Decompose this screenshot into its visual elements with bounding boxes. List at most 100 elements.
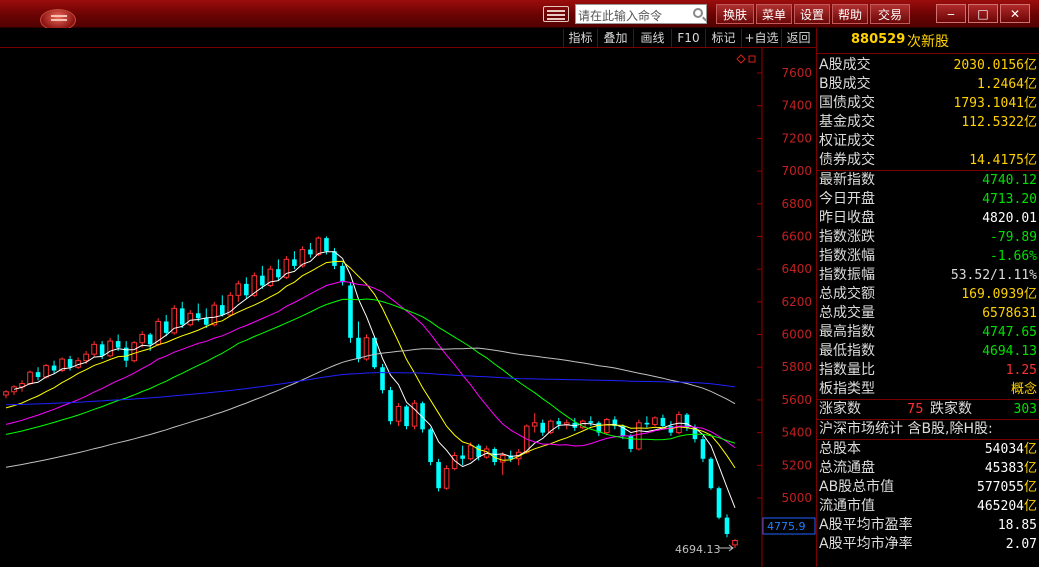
candle-down bbox=[324, 238, 329, 252]
chart-toolbar: 指标 叠加 画线 F10 标记 +自选 返回 bbox=[0, 28, 816, 48]
y-tick-label: 6000 bbox=[781, 328, 812, 342]
search-icon[interactable] bbox=[693, 8, 703, 18]
y-tick-label: 7600 bbox=[781, 66, 812, 80]
stats-row-1-value: 45383亿 bbox=[985, 459, 1037, 478]
quote-row-6-value: 4740.12 bbox=[982, 171, 1037, 190]
quote-row-3-label: 基金成交 bbox=[819, 114, 875, 130]
stats-row-4: A股平均市盈率 18.85 bbox=[817, 516, 1039, 535]
candle-up bbox=[187, 312, 194, 326]
y-tick-label: 5800 bbox=[781, 360, 812, 374]
keyboard-icon[interactable] bbox=[543, 6, 569, 22]
current-price-label: 4775.9 bbox=[767, 520, 806, 533]
quote-row-14-label: 最高指数 bbox=[819, 324, 875, 340]
ma120-line bbox=[5, 372, 736, 406]
candle-down bbox=[660, 417, 666, 427]
stats-title-label: 沪深市场统计 含B股,除H股: bbox=[819, 421, 993, 437]
quote-row-7-number: 4713.20 bbox=[982, 192, 1037, 207]
quote-row-14-number: 4747.65 bbox=[982, 325, 1037, 340]
candle-down bbox=[99, 344, 105, 356]
candle-up bbox=[235, 283, 242, 296]
toolbar-add-favorite[interactable]: +自选 bbox=[741, 29, 781, 47]
command-input[interactable] bbox=[576, 7, 686, 25]
quote-row-2-unit: 亿 bbox=[1023, 96, 1037, 111]
quote-row-5-label: 债券成交 bbox=[819, 152, 875, 168]
toolbar-overlay[interactable]: 叠加 bbox=[597, 29, 633, 47]
stats-row-4-label: A股平均市盈率 bbox=[819, 517, 913, 533]
ma10-line bbox=[5, 260, 736, 469]
quote-row-11-label: 指数振幅 bbox=[819, 267, 875, 283]
quote-row-12-number: 169.0939 bbox=[961, 287, 1024, 302]
candle-up bbox=[604, 419, 610, 434]
toolbar-draw[interactable]: 画线 bbox=[633, 29, 671, 47]
quote-row-9-value: -79.89 bbox=[990, 228, 1037, 247]
quote-row-11-number: 53.52/1.11% bbox=[950, 268, 1037, 283]
menu-settings[interactable]: 设置 bbox=[794, 4, 830, 24]
y-tick-label: 5600 bbox=[781, 393, 812, 407]
candle-down bbox=[244, 283, 249, 296]
ma5-line bbox=[13, 251, 736, 508]
quote-row-1: B股成交 1.2464亿 bbox=[817, 75, 1039, 94]
minimize-button[interactable]: ‒ bbox=[936, 4, 966, 23]
stats-row-1-number: 45383 bbox=[984, 461, 1024, 476]
candle-up bbox=[467, 445, 474, 460]
index-code: 880529 bbox=[851, 32, 906, 47]
candle-up bbox=[131, 342, 137, 362]
candle-down bbox=[540, 422, 546, 433]
y-tick-label: 7000 bbox=[781, 164, 812, 178]
menu-menu[interactable]: 菜单 bbox=[756, 4, 792, 24]
candle-down bbox=[668, 426, 674, 433]
quote-row-7-value: 4713.20 bbox=[982, 190, 1037, 209]
candle-down bbox=[115, 341, 121, 348]
stats-row-5-value: 2.07 bbox=[1006, 535, 1037, 554]
kline-chart[interactable]: 5000 5200 5400 5600 5800 6000 6200 6400 6600 6800… bbox=[0, 48, 816, 567]
up-count-label: 涨家数 bbox=[819, 401, 861, 417]
toolbar-back[interactable]: 返回 bbox=[781, 29, 815, 47]
candle-down bbox=[219, 305, 225, 315]
quote-row-8-number: 4820.01 bbox=[982, 211, 1037, 226]
candle-up bbox=[211, 304, 218, 326]
quote-row-2-label: 国债成交 bbox=[819, 95, 875, 111]
stats-row-0-label: 总股本 bbox=[819, 441, 861, 457]
stats-row-5-number: 2.07 bbox=[1005, 537, 1037, 552]
candle-up bbox=[563, 422, 570, 425]
menu-trade[interactable]: 交易 bbox=[870, 4, 910, 24]
candle-down bbox=[724, 517, 730, 534]
toolbar-f10[interactable]: F10 bbox=[671, 29, 705, 47]
candle-up bbox=[531, 422, 538, 427]
quote-row-2-value: 1793.1041亿 bbox=[954, 94, 1037, 113]
quote-row-16-label: 指数量比 bbox=[819, 362, 875, 378]
stats-row-1: 总流通盘 45383亿 bbox=[817, 459, 1039, 478]
stats-row-0-unit: 亿 bbox=[1023, 442, 1037, 457]
candle-down bbox=[708, 458, 714, 489]
candle-down bbox=[716, 488, 722, 518]
ma20-line bbox=[5, 280, 736, 449]
y-tick-label: 7400 bbox=[781, 99, 812, 113]
y-tick-label: 5200 bbox=[781, 458, 812, 472]
toolbar-indicator[interactable]: 指标 bbox=[563, 29, 597, 47]
quote-row-10-number: -1.66% bbox=[990, 249, 1037, 264]
stats-row-3: 流通市值 465204亿 bbox=[817, 497, 1039, 516]
y-tick-label: 5400 bbox=[781, 426, 812, 440]
candle-up bbox=[732, 540, 738, 546]
quote-row-3-number: 112.5322 bbox=[961, 115, 1024, 130]
quote-row-14-value: 4747.65 bbox=[982, 323, 1037, 342]
menu-skin[interactable]: 换肤 bbox=[716, 4, 754, 24]
candle-up bbox=[27, 371, 33, 385]
close-button[interactable]: ✕ bbox=[1000, 4, 1030, 23]
candle-down bbox=[700, 439, 706, 459]
candle-down bbox=[67, 359, 73, 368]
stats-row-2-value: 577055亿 bbox=[977, 478, 1037, 497]
candle-down bbox=[388, 390, 393, 422]
stats-row-4-value: 18.85 bbox=[998, 516, 1037, 535]
candle-up bbox=[499, 455, 506, 463]
stats-row-4-number: 18.85 bbox=[997, 518, 1037, 533]
command-search[interactable] bbox=[575, 4, 707, 25]
stats-row-5-label: A股平均市净率 bbox=[819, 536, 913, 552]
menu-help[interactable]: 帮助 bbox=[832, 4, 868, 24]
candle-down bbox=[163, 321, 169, 333]
maximize-button[interactable]: □ bbox=[968, 4, 998, 23]
toolbar-mark[interactable]: 标记 bbox=[705, 29, 741, 47]
down-count-value: 303 bbox=[1013, 402, 1037, 417]
quote-row-0-value: 2030.0156亿 bbox=[954, 56, 1037, 75]
kline-chart-svg[interactable]: 5000 5200 5400 5600 5800 6000 6200 6400 6600 6800… bbox=[0, 48, 816, 567]
